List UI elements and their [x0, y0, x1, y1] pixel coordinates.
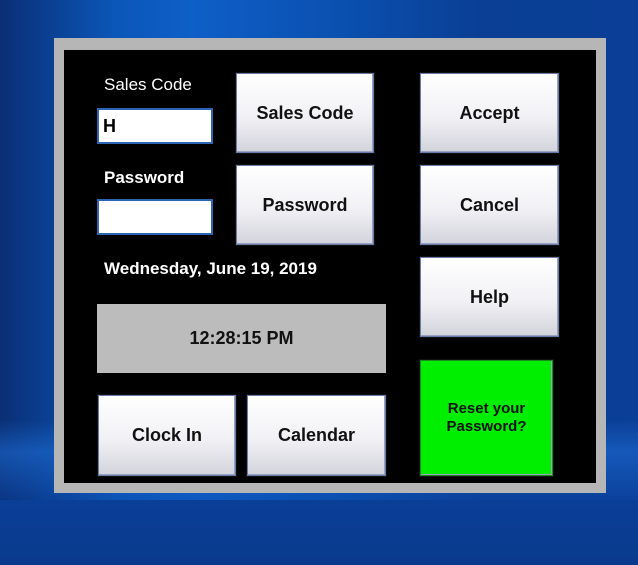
- sales-code-label: Sales Code: [104, 75, 192, 94]
- desktop-lower-area: [0, 500, 638, 565]
- accept-button[interactable]: Accept: [420, 73, 559, 153]
- clock-in-button[interactable]: Clock In: [98, 395, 236, 476]
- cancel-button[interactable]: Cancel: [420, 165, 559, 245]
- current-date: Wednesday, June 19, 2019: [104, 259, 317, 278]
- help-button[interactable]: Help: [420, 257, 559, 337]
- login-dialog-frame: Sales Code Password Sales Code Password …: [54, 38, 606, 493]
- sales-code-button[interactable]: Sales Code: [236, 73, 374, 153]
- sales-code-field[interactable]: [97, 108, 213, 144]
- reset-password-button[interactable]: Reset your Password?: [420, 360, 553, 476]
- password-field[interactable]: [97, 199, 213, 235]
- password-button[interactable]: Password: [236, 165, 374, 245]
- calendar-button[interactable]: Calendar: [247, 395, 386, 476]
- login-panel: Sales Code Password Sales Code Password …: [64, 50, 596, 483]
- password-label: Password: [104, 168, 185, 187]
- clock-display: 12:28:15 PM: [97, 304, 386, 373]
